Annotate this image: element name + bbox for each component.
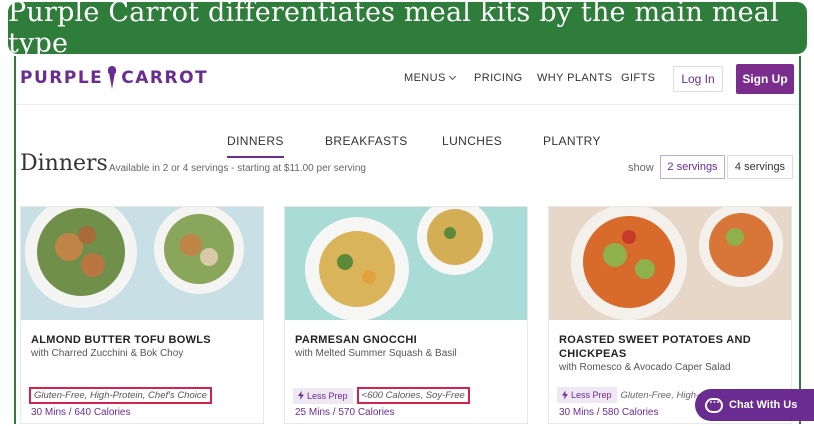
- meal-tags: Less Prep <600 Calories, Soy-Free: [293, 387, 470, 404]
- carrot-icon: [107, 66, 117, 90]
- nav-why-plants[interactable]: WHY PLANTS: [537, 72, 612, 84]
- meal-card[interactable]: ALMOND BUTTER TOFU BOWLS with Charred Zu…: [20, 206, 264, 424]
- lightning-icon: [298, 391, 304, 400]
- servings-2-button[interactable]: 2 servings: [660, 155, 725, 179]
- diet-tags: Gluten-Free, High-: [620, 389, 700, 401]
- nav-menus[interactable]: MENUS: [404, 72, 456, 84]
- tab-dinners[interactable]: DINNERS: [227, 134, 284, 158]
- headline-banner: Purple Carrot differentiates meal kits b…: [8, 0, 807, 59]
- chat-label: Chat With Us: [729, 399, 798, 411]
- meal-name: PARMESAN GNOCCHI: [295, 334, 417, 346]
- meal-time-calories: 30 Mins / 640 Calories: [31, 407, 131, 418]
- login-button[interactable]: Log In: [673, 66, 723, 92]
- meal-time-calories: 30 Mins / 580 Calories: [559, 407, 659, 418]
- meal-photo: [21, 207, 263, 320]
- meal-time-calories: 25 Mins / 570 Calories: [295, 407, 395, 418]
- logo-text-right: CARROT: [121, 68, 209, 88]
- less-prep-label: Less Prep: [307, 390, 348, 401]
- signup-button[interactable]: Sign Up: [736, 64, 794, 94]
- meal-photo: [285, 207, 527, 320]
- logo-text-left: PURPLE: [20, 68, 104, 88]
- screenshot-frame: PURPLE CARROT MENUS PRICING WHY PLANTS G…: [14, 56, 801, 424]
- less-prep-badge: Less Prep: [293, 387, 353, 404]
- meal-photo: [549, 207, 791, 320]
- header-divider: [16, 104, 799, 105]
- chat-bubble-icon: [705, 394, 723, 413]
- lightning-icon: [562, 390, 568, 400]
- servings-4-button[interactable]: 4 servings: [727, 155, 793, 179]
- show-label: show: [628, 162, 654, 174]
- less-prep-label: Less Prep: [571, 390, 612, 400]
- meal-name: ALMOND BUTTER TOFU BOWLS: [31, 334, 211, 346]
- meal-tags: Gluten-Free, High-Protein, Chef's Choice: [29, 387, 212, 404]
- meal-tags: Less Prep Gluten-Free, High-: [557, 387, 699, 403]
- meal-card[interactable]: PARMESAN GNOCCHI with Melted Summer Squa…: [284, 206, 528, 424]
- page-title: Dinners: [20, 151, 108, 176]
- meal-description: with Melted Summer Squash & Basil: [295, 348, 457, 359]
- chat-button[interactable]: Chat With Us: [695, 389, 814, 421]
- tab-breakfasts[interactable]: BREAKFASTS: [325, 134, 408, 148]
- meal-description: with Charred Zucchini & Bok Choy: [31, 348, 184, 359]
- nav-menus-label: MENUS: [404, 72, 446, 84]
- meal-name: ROASTED SWEET POTATOES AND CHICKPEAS: [559, 334, 751, 360]
- meal-description: with Romesco & Avocado Caper Salad: [559, 362, 731, 373]
- less-prep-badge: Less Prep: [557, 387, 617, 403]
- purple-carrot-logo[interactable]: PURPLE CARROT: [20, 66, 208, 90]
- chevron-down-icon: [448, 72, 456, 81]
- page-subtitle: Available in 2 or 4 servings - starting …: [109, 163, 366, 174]
- diet-tags-highlighted: <600 Calories, Soy-Free: [356, 387, 470, 404]
- diet-tags-highlighted: Gluten-Free, High-Protein, Chef's Choice: [29, 387, 212, 404]
- nav-gifts[interactable]: GIFTS: [621, 72, 655, 84]
- tab-plantry[interactable]: PLANTRY: [543, 134, 601, 148]
- tab-lunches[interactable]: LUNCHES: [442, 134, 502, 148]
- nav-pricing[interactable]: PRICING: [474, 72, 523, 84]
